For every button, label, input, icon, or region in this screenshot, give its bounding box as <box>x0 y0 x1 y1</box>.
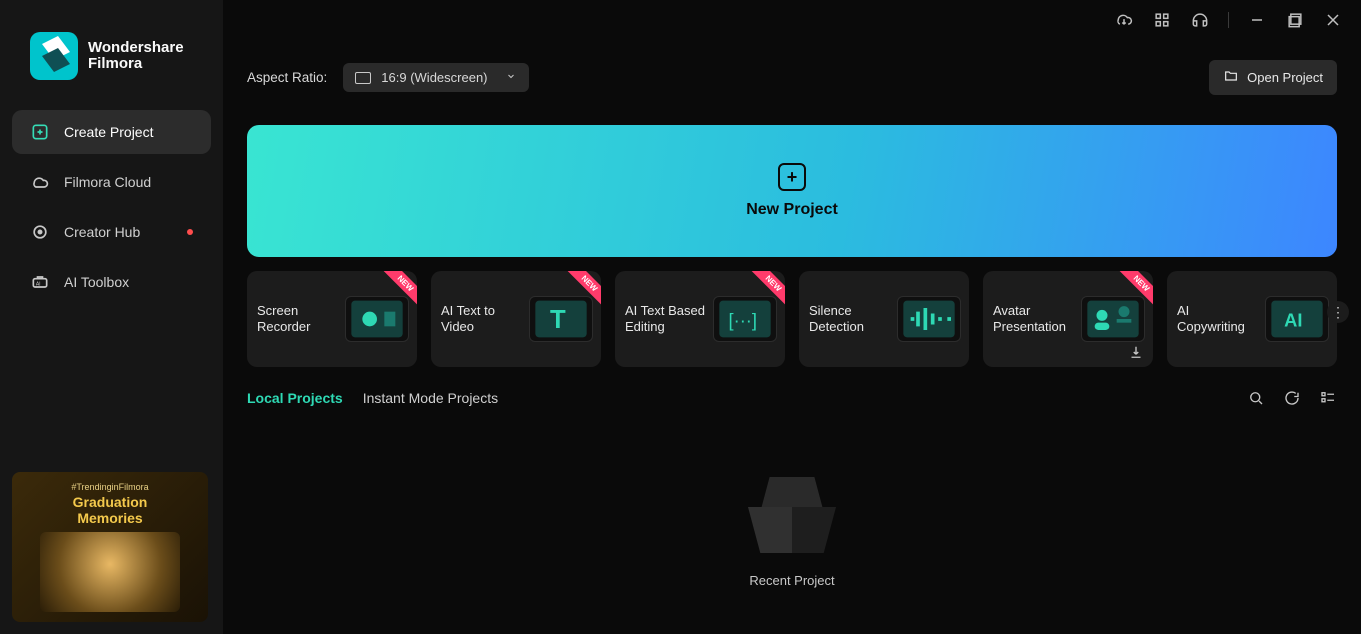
sidebar-item-create-project[interactable]: Create Project <box>12 110 211 154</box>
aspect-ratio-label: Aspect Ratio: <box>247 70 327 85</box>
aspect-ratio-value: 16:9 (Widescreen) <box>381 70 487 85</box>
widescreen-frame-icon <box>355 72 371 84</box>
recent-empty-state: Recent Project <box>247 427 1337 634</box>
new-project-hero[interactable]: + New Project <box>247 125 1337 257</box>
promo-image <box>40 532 180 612</box>
tool-label: Silence Detection <box>809 303 891 336</box>
apps-grid-icon[interactable] <box>1152 10 1172 30</box>
brand-line1: Wondershare <box>88 40 184 57</box>
tool-row-more-button[interactable]: ⋮ <box>1327 301 1349 323</box>
app-brand-text: Wondershare Filmora <box>88 40 184 73</box>
cloud-icon <box>30 172 50 192</box>
maximize-icon[interactable] <box>1285 10 1305 30</box>
sidebar-item-label: Create Project <box>64 124 153 140</box>
tool-screen-recorder[interactable]: Screen Recorder <box>247 271 417 367</box>
tab-local-projects[interactable]: Local Projects <box>247 390 343 406</box>
new-ribbon <box>741 271 785 315</box>
tool-label: AI Copywriting <box>1177 303 1259 336</box>
new-ribbon <box>557 271 601 315</box>
sidebar-item-label: Creator Hub <box>64 224 140 240</box>
app-logo: Wondershare Filmora <box>12 12 211 110</box>
toolbox-icon: AI <box>30 272 50 292</box>
promo-banner[interactable]: #TrendinginFilmora Graduation Memories <box>12 472 208 622</box>
window-titlebar <box>247 0 1343 40</box>
sidebar: Wondershare Filmora Create Project Filmo… <box>0 0 223 634</box>
svg-text:AI: AI <box>36 281 41 287</box>
main-area: Aspect Ratio: 16:9 (Widescreen) Open Pro… <box>223 0 1361 634</box>
tab-instant-mode-projects[interactable]: Instant Mode Projects <box>363 390 498 406</box>
tool-avatar-presentation[interactable]: Avatar Presentation <box>983 271 1153 367</box>
sidebar-item-filmora-cloud[interactable]: Filmora Cloud <box>12 160 211 204</box>
recent-project-label: Recent Project <box>749 573 834 588</box>
tab-actions <box>1247 389 1337 407</box>
aspect-ratio-dropdown[interactable]: 16:9 (Widescreen) <box>343 63 529 92</box>
svg-text:AI: AI <box>1284 309 1302 330</box>
sidebar-item-label: Filmora Cloud <box>64 174 151 190</box>
cloud-download-icon[interactable] <box>1114 10 1134 30</box>
headset-icon[interactable] <box>1190 10 1210 30</box>
tool-ai-text-to-video[interactable]: AI Text to Video T <box>431 271 601 367</box>
plus-icon: + <box>778 163 806 191</box>
tool-label: AI Text Based Editing <box>625 303 707 336</box>
open-project-label: Open Project <box>1247 70 1323 85</box>
notification-dot-icon <box>187 229 193 235</box>
close-icon[interactable] <box>1323 10 1343 30</box>
chevron-down-icon <box>505 70 517 85</box>
promo-title: Graduation Memories <box>73 494 148 526</box>
sidebar-item-creator-hub[interactable]: Creator Hub <box>12 210 211 254</box>
new-ribbon <box>373 271 417 315</box>
view-list-icon[interactable] <box>1319 389 1337 407</box>
promo-tag: #TrendinginFilmora <box>71 482 148 492</box>
search-icon[interactable] <box>1247 389 1265 407</box>
sidebar-item-ai-toolbox[interactable]: AI AI Toolbox <box>12 260 211 304</box>
tool-ai-text-based-editing[interactable]: AI Text Based Editing [···] <box>615 271 785 367</box>
new-ribbon <box>1109 271 1153 315</box>
minimize-icon[interactable] <box>1247 10 1267 30</box>
tool-label: Screen Recorder <box>257 303 339 336</box>
project-tabs: Local Projects Instant Mode Projects <box>247 389 1337 407</box>
folder-icon <box>1223 68 1239 87</box>
copywriting-icon: AI <box>1265 296 1329 342</box>
empty-box-icon <box>742 473 842 553</box>
silence-detection-icon <box>897 296 961 342</box>
tool-row: Screen Recorder AI Text to Video T AI Te… <box>247 271 1337 367</box>
new-project-label: New Project <box>746 201 838 219</box>
titlebar-separator <box>1228 12 1229 28</box>
tool-label: Avatar Presentation <box>993 303 1075 336</box>
tool-row-wrap: Screen Recorder AI Text to Video T AI Te… <box>247 257 1337 367</box>
top-controls: Aspect Ratio: 16:9 (Widescreen) Open Pro… <box>247 60 1337 95</box>
sidebar-item-label: AI Toolbox <box>64 274 129 290</box>
logo-mark-icon <box>30 32 78 80</box>
brand-line2: Filmora <box>88 56 184 73</box>
download-icon[interactable] <box>1127 343 1145 361</box>
open-project-button[interactable]: Open Project <box>1209 60 1337 95</box>
tool-ai-copywriting[interactable]: AI Copywriting AI <box>1167 271 1337 367</box>
tool-silence-detection[interactable]: Silence Detection <box>799 271 969 367</box>
refresh-icon[interactable] <box>1283 389 1301 407</box>
target-icon <box>30 222 50 242</box>
tool-label: AI Text to Video <box>441 303 523 336</box>
plus-square-icon <box>30 122 50 142</box>
